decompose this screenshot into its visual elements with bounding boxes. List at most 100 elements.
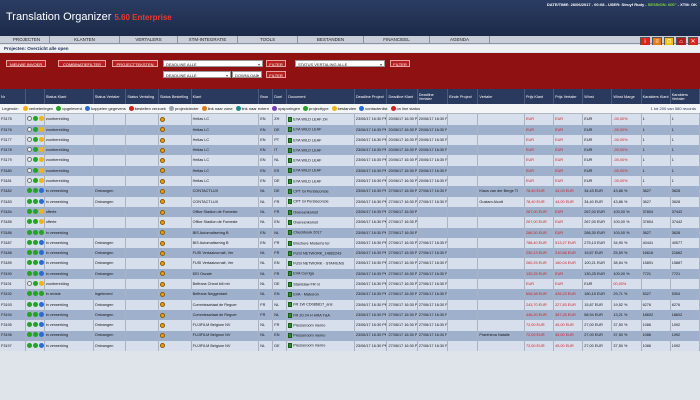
status-dot-icon[interactable]	[39, 311, 44, 317]
document-icon[interactable]	[288, 271, 293, 277]
status-dot-icon[interactable]	[27, 291, 33, 297]
status-dot-icon[interactable]	[33, 147, 39, 153]
status-translation-select[interactable]: STATUS VERTALING ALLE	[295, 60, 385, 68]
document-icon[interactable]	[288, 199, 293, 205]
nav-item-projecten[interactable]: PROJECTEN	[4, 36, 50, 44]
status-dot-icon[interactable]	[39, 342, 44, 348]
table-row[interactable]: F3178 voorbereiding Hellas LC EN IT EYA WILD …	[0, 145, 700, 156]
order-icon[interactable]	[160, 199, 166, 205]
status-dot-icon[interactable]	[27, 147, 33, 153]
status-dot-icon[interactable]	[27, 270, 33, 276]
order-icon[interactable]	[160, 137, 166, 143]
status-dot-icon[interactable]	[27, 178, 33, 184]
table-row[interactable]: F3190 in verwerking Ontvangen DEI Oscale NL F…	[0, 268, 700, 280]
order-icon[interactable]	[160, 168, 166, 174]
column-header[interactable]: Prijs Klant	[524, 89, 555, 104]
status-dot-icon[interactable]	[39, 208, 44, 214]
table-row[interactable]: F3177 voorbereiding Hellas LC EN PT EYA WILD …	[0, 134, 700, 146]
status-dot-icon[interactable]	[33, 136, 39, 142]
order-icon[interactable]	[160, 147, 166, 153]
status-dot-icon[interactable]	[27, 136, 33, 142]
combination-filter-button[interactable]: COMBINATIEFILTER	[58, 60, 106, 67]
status-dot-icon[interactable]	[39, 198, 44, 204]
status-dot-icon[interactable]	[39, 157, 44, 163]
status-dot-icon[interactable]	[39, 291, 44, 297]
order-icon[interactable]	[160, 230, 166, 236]
status-dot-icon[interactable]	[27, 311, 33, 317]
status-dot-icon[interactable]	[27, 167, 33, 173]
status-dot-icon[interactable]	[33, 260, 39, 266]
status-dot-icon[interactable]	[33, 219, 39, 225]
nav-item-agenda[interactable]: AGENDA	[430, 36, 490, 44]
table-row[interactable]: F3194 in verwerking Ontvangen Commissariaat…	[0, 309, 700, 321]
document-icon[interactable]	[288, 158, 293, 164]
status-dot-icon[interactable]	[39, 178, 44, 184]
status-dot-icon[interactable]	[27, 260, 33, 266]
status-dot-icon[interactable]	[33, 250, 39, 256]
status-dot-icon[interactable]	[39, 270, 44, 276]
status-dot-icon[interactable]	[39, 147, 44, 153]
table-row[interactable]: F3196 in verwerking Ontvangen FUJIFILM Belg…	[0, 330, 700, 341]
status-dot-icon[interactable]	[33, 291, 39, 297]
table-row[interactable]: F3188 in verwerking Ontvangen FUSI Vertaalz…	[0, 248, 700, 259]
nav-item-klanten[interactable]: KLANTEN	[50, 36, 120, 44]
column-header[interactable]: Karakters Vertaler	[670, 89, 700, 104]
column-header[interactable]: Winst Marge	[611, 89, 642, 104]
column-header[interactable]: Document	[286, 89, 355, 104]
document-icon[interactable]	[288, 343, 293, 349]
column-header[interactable]: Deadline Klant	[386, 89, 418, 104]
column-header[interactable]: Status Vertaler	[93, 89, 127, 104]
status-dot-icon[interactable]	[39, 250, 44, 256]
deadline-select-2[interactable]: DEADLINE ALLE	[163, 71, 231, 79]
column-header[interactable]: Doel	[272, 89, 288, 104]
filter-button-1[interactable]: FILTER	[266, 60, 286, 67]
document-icon[interactable]	[288, 302, 293, 308]
table-row[interactable]: F3175 voorbereiding Hellas LC EN ZH EYA WILD …	[0, 114, 700, 125]
document-icon[interactable]	[288, 178, 293, 184]
order-icon[interactable]	[160, 209, 166, 215]
column-header[interactable]: Nr	[0, 89, 27, 104]
status-dot-icon[interactable]	[33, 198, 39, 204]
status-dot-icon[interactable]	[27, 219, 33, 225]
document-icon[interactable]	[288, 333, 293, 339]
table-row[interactable]: F3187 in verwerking Ontvangen BIS Automatis…	[0, 237, 700, 249]
status-dot-icon[interactable]	[33, 332, 39, 338]
document-icon[interactable]	[288, 291, 293, 297]
status-dot-icon[interactable]	[33, 178, 39, 184]
column-header[interactable]: Karakters Klant	[641, 89, 671, 104]
column-header[interactable]: Bron	[258, 89, 274, 104]
column-header[interactable]: Einde Project	[447, 89, 479, 104]
order-icon[interactable]	[160, 178, 166, 184]
order-icon[interactable]	[160, 158, 166, 164]
table-row[interactable]: F3184 offerte Office Stadion de Fomeste NL F…	[0, 206, 700, 218]
status-dot-icon[interactable]	[27, 280, 33, 286]
document-icon[interactable]	[288, 219, 293, 225]
column-header[interactable]: Status Bestelling	[158, 89, 192, 104]
status-dot-icon[interactable]	[33, 239, 39, 245]
status-dot-icon[interactable]	[33, 188, 39, 194]
status-dot-icon[interactable]	[39, 188, 44, 194]
order-icon[interactable]	[160, 189, 166, 195]
filter-button-3[interactable]: FILTER	[390, 60, 410, 67]
table-row[interactable]: F3179 voorbereiding Hellas LC EN NL EYA WILD …	[0, 155, 700, 166]
status-dot-icon[interactable]	[39, 322, 44, 328]
nav-item-financieel[interactable]: FINANCIEEL	[364, 36, 430, 44]
status-dot-icon[interactable]	[33, 270, 39, 276]
status-dot-icon[interactable]	[27, 188, 33, 194]
table-row[interactable]: F3185 offerte Office Stadion de Fomeste NL E…	[0, 217, 700, 228]
status-dot-icon[interactable]	[39, 229, 44, 235]
status-dot-icon[interactable]	[33, 311, 39, 317]
column-header[interactable]: Vertaler	[477, 89, 525, 104]
table-row[interactable]: F3180 voorbereiding Hellas LC EN ES EYA WILD …	[0, 165, 700, 177]
order-icon[interactable]	[160, 219, 166, 225]
status-dot-icon[interactable]	[39, 116, 44, 122]
order-icon[interactable]	[160, 261, 166, 267]
download-select[interactable]: DOWNLOAD	[232, 71, 262, 79]
document-icon[interactable]	[288, 116, 293, 122]
column-header[interactable]: Klant	[191, 89, 260, 104]
order-icon[interactable]	[160, 271, 166, 277]
document-icon[interactable]	[288, 189, 293, 195]
status-dot-icon[interactable]	[27, 301, 33, 307]
document-icon[interactable]	[288, 240, 293, 246]
nav-item-bestanden[interactable]: BESTANDEN	[298, 36, 364, 44]
